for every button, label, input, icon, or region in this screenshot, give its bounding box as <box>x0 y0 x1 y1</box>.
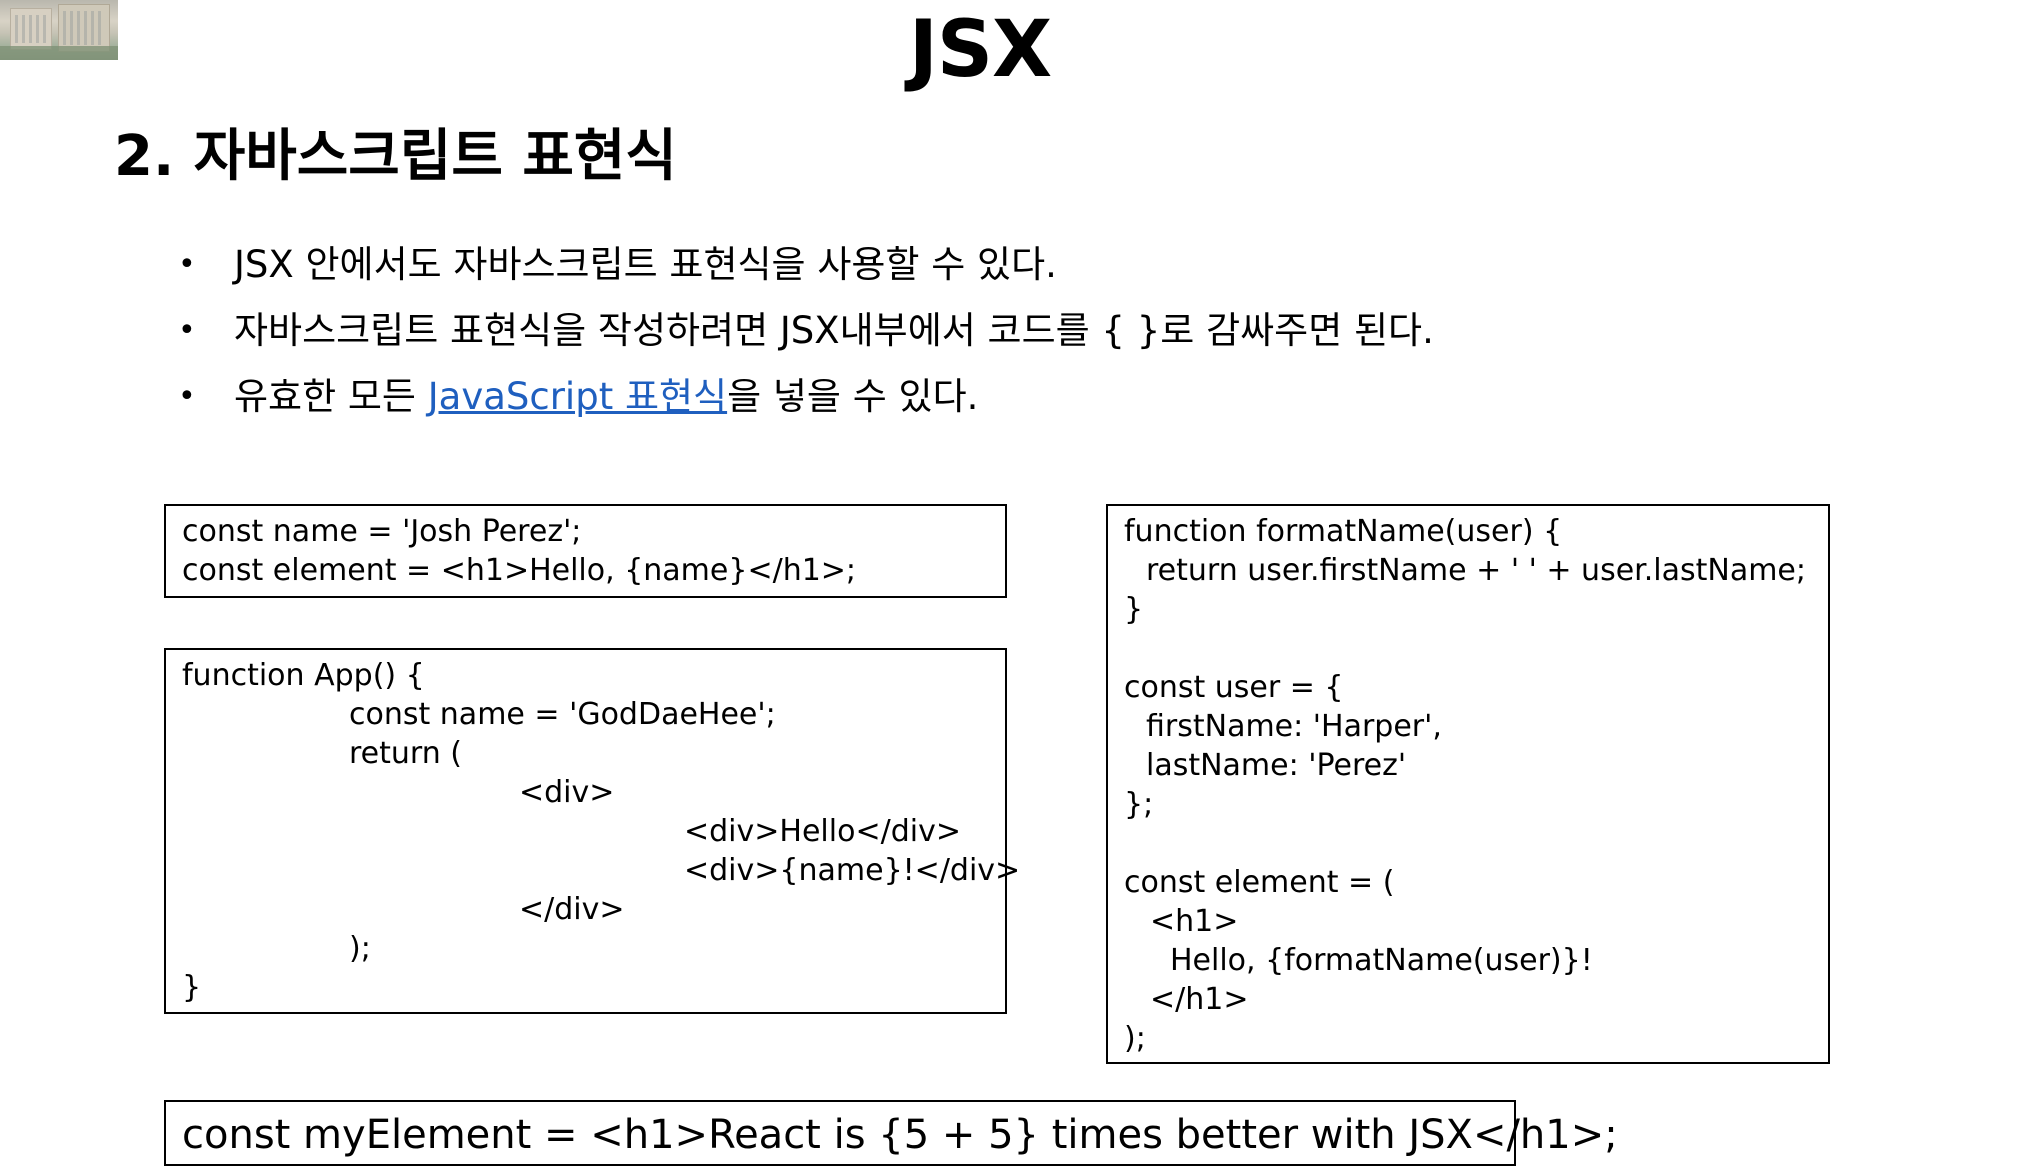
code-line: return user.firstName + ' ' + user.lastN… <box>1146 553 1806 588</box>
code-line: const user = { <box>1124 670 1344 705</box>
code-line: } <box>182 970 202 1005</box>
code-line: const myElement = <h1>React is {5 + 5} t… <box>182 1112 1618 1158</box>
bullet-dot: • <box>178 379 196 414</box>
code-box-app-function: function App() { const name = 'GodDaeHee… <box>164 648 1021 1014</box>
code-line: lastName: 'Perez' <box>1146 748 1407 783</box>
slide-title: JSX <box>908 5 1052 95</box>
bullet-item-3: • 유효한 모든 JavaScript 표현식을 넣을 수 있다. <box>178 364 1434 430</box>
bullet-item-1: • JSX 안에서도 자바스크립트 표현식을 사용할 수 있다. <box>178 232 1434 298</box>
bullet-text-after: 을 넣을 수 있다. <box>727 375 979 418</box>
code-line: ); <box>1124 1021 1146 1056</box>
code-line: ); <box>349 931 371 966</box>
bullet-text: 자바스크립트 표현식을 작성하려면 JSX내부에서 코드를 { }로 감싸주면 … <box>234 309 1434 352</box>
bullet-text: JSX 안에서도 자바스크립트 표현식을 사용할 수 있다. <box>234 243 1057 286</box>
code-box-format-name: function formatName(user) { return user.… <box>1106 504 1830 1064</box>
code-line: <div>Hello</div> <box>684 814 961 849</box>
code-line: <div>{name}!</div> <box>684 853 1021 888</box>
code-box-my-element: const myElement = <h1>React is {5 + 5} t… <box>164 1100 1618 1166</box>
code-line: firstName: 'Harper', <box>1146 709 1442 744</box>
code-line: const element = <h1>Hello, {name}</h1>; <box>182 553 857 588</box>
code-line: function formatName(user) { <box>1124 514 1563 549</box>
code-line: </h1> <box>1150 982 1249 1017</box>
code-line: function App() { <box>182 658 425 693</box>
section-heading: 2. 자바스크립트 표현식 <box>114 124 677 189</box>
code-line: return ( <box>349 736 462 771</box>
bullet-item-2: • 자바스크립트 표현식을 작성하려면 JSX내부에서 코드를 { }로 감싸주… <box>178 298 1434 364</box>
code-line: const name = 'GodDaeHee'; <box>349 697 776 732</box>
code-line: const name = 'Josh Perez'; <box>182 514 582 549</box>
code-line: <h1> <box>1150 904 1239 939</box>
code-line: } <box>1124 592 1144 627</box>
bullet-dot: • <box>178 313 196 348</box>
javascript-expression-link[interactable]: JavaScript 표현식 <box>428 375 727 418</box>
bullet-dot: • <box>178 247 196 282</box>
code-line: }; <box>1124 787 1154 822</box>
code-line: Hello, {formatName(user)}! <box>1170 943 1593 978</box>
bullet-list: • JSX 안에서도 자바스크립트 표현식을 사용할 수 있다. • 자바스크립… <box>178 232 1434 430</box>
code-box-name-element: const name = 'Josh Perez'; const element… <box>164 504 1007 598</box>
bullet-text-before: 유효한 모든 <box>234 375 428 418</box>
code-line: <div> <box>519 775 615 810</box>
code-line: </div> <box>519 892 625 927</box>
code-line: const element = ( <box>1124 865 1395 900</box>
